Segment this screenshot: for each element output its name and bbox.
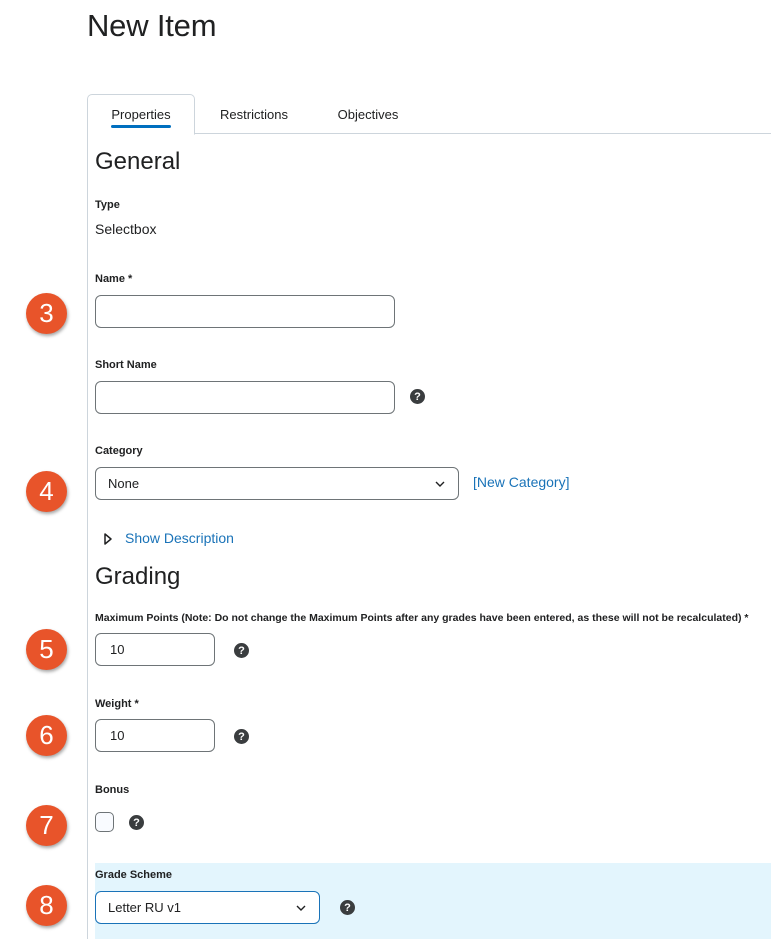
- weight-label: Weight *: [95, 698, 139, 710]
- page-title: New Item: [87, 8, 217, 43]
- callout-badge-8: 8: [26, 885, 67, 926]
- weight-help-icon[interactable]: ?: [234, 729, 249, 744]
- chevron-down-icon: [434, 478, 446, 490]
- category-label: Category: [95, 445, 143, 457]
- tab-objectives-label: Objectives: [337, 106, 399, 122]
- tab-properties[interactable]: Properties: [87, 94, 195, 135]
- bonus-checkbox[interactable]: [95, 812, 114, 832]
- type-value: Selectbox: [95, 221, 157, 237]
- max-points-label: Maximum Points (Note: Do not change the …: [95, 612, 749, 624]
- bonus-help-icon[interactable]: ?: [129, 815, 144, 830]
- callout-badge-3: 3: [26, 293, 67, 334]
- new-category-link[interactable]: [New Category]: [473, 474, 569, 490]
- tab-restrictions-label: Restrictions: [220, 106, 288, 122]
- type-label: Type: [95, 199, 120, 211]
- short-name-help-icon[interactable]: ?: [410, 389, 425, 404]
- tab-restrictions[interactable]: Restrictions: [208, 94, 300, 134]
- tab-properties-label: Properties: [111, 107, 171, 122]
- callout-badge-7: 7: [26, 805, 67, 846]
- callout-badge-5: 5: [26, 629, 67, 670]
- short-name-label: Short Name: [95, 359, 157, 371]
- category-selected-value: None: [108, 476, 140, 491]
- bonus-label: Bonus: [95, 784, 130, 796]
- content-left-border: [87, 134, 88, 939]
- grade-scheme-select[interactable]: Letter RU v1: [95, 891, 320, 924]
- tab-bar: Properties Restrictions Objectives: [87, 94, 771, 135]
- max-points-help-icon[interactable]: ?: [234, 643, 249, 658]
- grading-heading: Grading: [95, 563, 181, 590]
- disclosure-triangle-icon[interactable]: [103, 532, 113, 546]
- chevron-down-icon: [295, 902, 307, 914]
- name-label: Name *: [95, 273, 133, 285]
- short-name-input[interactable]: [95, 381, 395, 414]
- grade-scheme-selected-value: Letter RU v1: [108, 900, 181, 915]
- active-tab-indicator: [111, 125, 171, 128]
- name-input[interactable]: [95, 295, 395, 328]
- callout-badge-4: 4: [26, 471, 67, 512]
- grade-scheme-help-icon[interactable]: ?: [340, 900, 355, 915]
- grade-scheme-label: Grade Scheme: [95, 869, 173, 881]
- callout-badge-6: 6: [26, 715, 67, 756]
- show-description-link[interactable]: Show Description: [125, 530, 234, 546]
- weight-input[interactable]: [95, 719, 215, 752]
- max-points-input[interactable]: [95, 633, 215, 666]
- tab-objectives[interactable]: Objectives: [327, 94, 409, 134]
- category-select[interactable]: None: [95, 467, 459, 500]
- general-heading: General: [95, 148, 181, 175]
